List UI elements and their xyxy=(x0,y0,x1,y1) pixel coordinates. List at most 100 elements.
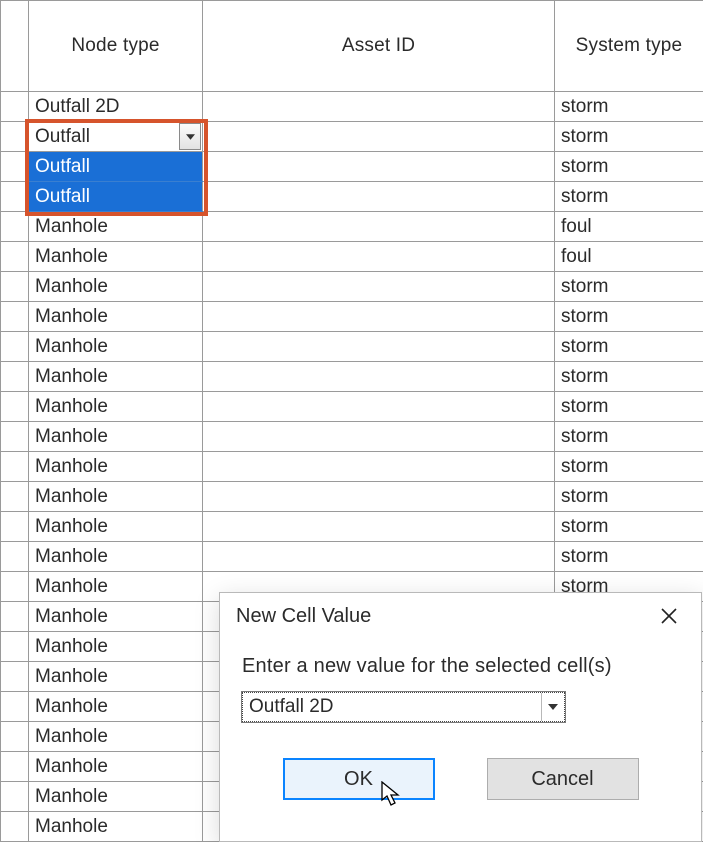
row-index-cell[interactable] xyxy=(1,812,29,842)
row-index-cell[interactable] xyxy=(1,572,29,602)
row-index-cell[interactable] xyxy=(1,302,29,332)
system-type-cell[interactable]: storm xyxy=(555,392,703,422)
table-row[interactable]: Manhole storm xyxy=(1,332,703,362)
table-row[interactable]: Manholestorm xyxy=(1,302,703,332)
row-index-cell[interactable] xyxy=(1,452,29,482)
node-type-cell[interactable]: Manhole xyxy=(29,722,203,752)
table-row[interactable]: Outfall storm xyxy=(1,182,703,212)
asset-id-cell[interactable] xyxy=(203,212,555,242)
row-index-cell[interactable] xyxy=(1,392,29,422)
asset-id-cell[interactable] xyxy=(203,452,555,482)
row-index-cell[interactable] xyxy=(1,272,29,302)
node-type-cell[interactable]: Manhole xyxy=(29,242,203,272)
asset-id-cell[interactable] xyxy=(203,542,555,572)
row-index-cell[interactable] xyxy=(1,512,29,542)
node-type-cell[interactable]: Manhole xyxy=(29,302,203,332)
node-type-cell[interactable]: Manhole xyxy=(29,812,203,842)
asset-id-cell[interactable] xyxy=(203,92,555,122)
row-index-cell[interactable] xyxy=(1,332,29,362)
system-type-cell[interactable]: storm xyxy=(555,422,703,452)
node-type-cell[interactable]: Manhole xyxy=(29,452,203,482)
system-type-cell[interactable]: storm xyxy=(555,452,703,482)
node-type-cell[interactable]: Manhole xyxy=(29,602,203,632)
system-type-cell[interactable]: storm xyxy=(555,332,703,362)
table-row[interactable]: Manhole foul xyxy=(1,242,703,272)
system-type-cell[interactable]: storm xyxy=(555,122,703,152)
system-type-cell[interactable]: storm xyxy=(555,152,703,182)
node-type-cell[interactable]: Manhole xyxy=(29,332,203,362)
node-type-cell[interactable]: Manhole xyxy=(29,272,203,302)
node-type-cell[interactable]: Outfall xyxy=(29,152,203,182)
header-asset-id[interactable]: Asset ID xyxy=(203,1,555,92)
node-type-cell[interactable]: Manhole xyxy=(29,662,203,692)
node-type-cell[interactable]: Manhole xyxy=(29,782,203,812)
asset-id-cell[interactable] xyxy=(203,482,555,512)
system-type-cell[interactable]: storm xyxy=(555,542,703,572)
node-type-cell[interactable]: Manhole xyxy=(29,542,203,572)
asset-id-cell[interactable] xyxy=(203,122,555,152)
node-type-cell[interactable]: Manhole xyxy=(29,752,203,782)
table-row[interactable]: Outfall storm xyxy=(1,152,703,182)
table-row[interactable]: Manhole storm xyxy=(1,272,703,302)
table-row[interactable]: Manhole storm xyxy=(1,542,703,572)
node-type-cell[interactable]: Manhole xyxy=(29,212,203,242)
table-row[interactable]: Manhole foul xyxy=(1,212,703,242)
row-index-cell[interactable] xyxy=(1,482,29,512)
row-index-cell[interactable] xyxy=(1,782,29,812)
asset-id-cell[interactable] xyxy=(203,302,555,332)
row-index-cell[interactable] xyxy=(1,632,29,662)
asset-id-cell[interactable] xyxy=(203,422,555,452)
row-index-cell[interactable] xyxy=(1,182,29,212)
row-index-cell[interactable] xyxy=(1,122,29,152)
row-index-cell[interactable] xyxy=(1,212,29,242)
cell-dropdown-button[interactable] xyxy=(179,123,201,150)
row-index-cell[interactable] xyxy=(1,752,29,782)
header-node-type[interactable]: Node type xyxy=(29,1,203,92)
row-index-cell[interactable] xyxy=(1,152,29,182)
row-index-cell[interactable] xyxy=(1,662,29,692)
table-row[interactable]: Manhole storm xyxy=(1,452,703,482)
node-type-cell[interactable]: Manhole xyxy=(29,512,203,542)
node-type-cell[interactable]: Outfall xyxy=(29,182,203,212)
node-type-cell[interactable]: Manhole xyxy=(29,392,203,422)
system-type-cell[interactable]: storm xyxy=(555,92,703,122)
system-type-cell[interactable]: foul xyxy=(555,242,703,272)
row-index-cell[interactable] xyxy=(1,692,29,722)
dialog-close-button[interactable] xyxy=(653,600,685,632)
table-row[interactable]: Manhole storm xyxy=(1,362,703,392)
asset-id-cell[interactable] xyxy=(203,242,555,272)
system-type-cell[interactable]: storm xyxy=(555,482,703,512)
table-row[interactable]: Manhole storm xyxy=(1,482,703,512)
table-row[interactable]: Manholestorm xyxy=(1,512,703,542)
node-type-cell[interactable]: Manhole xyxy=(29,482,203,512)
header-index[interactable] xyxy=(1,1,29,92)
asset-id-cell[interactable] xyxy=(203,182,555,212)
table-row[interactable]: Manhole storm xyxy=(1,392,703,422)
row-index-cell[interactable] xyxy=(1,92,29,122)
row-index-cell[interactable] xyxy=(1,422,29,452)
row-index-cell[interactable] xyxy=(1,602,29,632)
node-type-cell[interactable]: Outfall xyxy=(29,122,203,152)
row-index-cell[interactable] xyxy=(1,722,29,752)
row-index-cell[interactable] xyxy=(1,242,29,272)
table-row[interactable]: Outfall storm xyxy=(1,122,703,152)
ok-button[interactable]: OK xyxy=(283,758,435,800)
asset-id-cell[interactable] xyxy=(203,272,555,302)
asset-id-cell[interactable] xyxy=(203,152,555,182)
combobox-dropdown-button[interactable] xyxy=(541,693,564,721)
table-row[interactable]: Outfall 2D storm xyxy=(1,92,703,122)
asset-id-cell[interactable] xyxy=(203,392,555,422)
system-type-cell[interactable]: foul xyxy=(555,212,703,242)
asset-id-cell[interactable] xyxy=(203,362,555,392)
header-system-type[interactable]: System type xyxy=(555,1,703,92)
asset-id-cell[interactable] xyxy=(203,332,555,362)
system-type-cell[interactable]: storm xyxy=(555,362,703,392)
node-type-cell[interactable]: Manhole xyxy=(29,572,203,602)
system-type-cell[interactable]: storm xyxy=(555,182,703,212)
node-type-cell[interactable]: Outfall 2D xyxy=(29,92,203,122)
node-type-cell[interactable]: Manhole xyxy=(29,422,203,452)
node-type-cell[interactable]: Manhole xyxy=(29,692,203,722)
node-type-cell[interactable]: Manhole xyxy=(29,362,203,392)
node-type-cell[interactable]: Manhole xyxy=(29,632,203,662)
system-type-cell[interactable]: storm xyxy=(555,272,703,302)
